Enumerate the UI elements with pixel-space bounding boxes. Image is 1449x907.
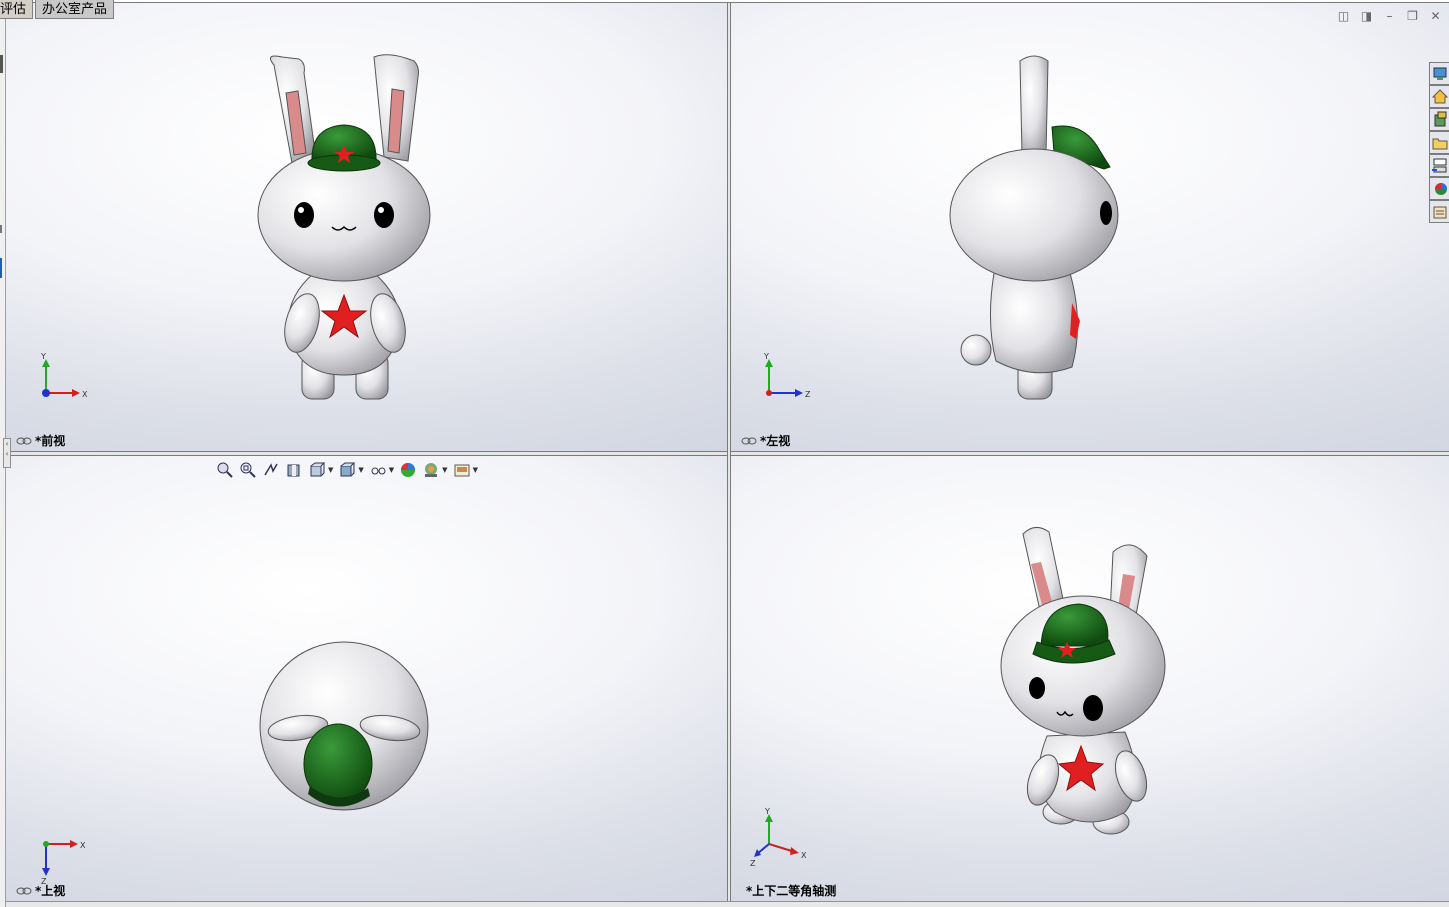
hide-show-items-icon[interactable] [369, 461, 387, 479]
axis-label-z: Z [805, 390, 811, 399]
minimize-icon[interactable]: – [1382, 9, 1397, 23]
status-bar-edge [0, 901, 1449, 907]
section-view-icon[interactable] [285, 461, 303, 479]
window-controls: ◫ ◨ – ❐ ✕ [1336, 9, 1443, 23]
rabbit-model-dimetric [1000, 527, 1166, 835]
view-name: *左视 [760, 434, 791, 448]
axis-label-x: X [801, 851, 807, 860]
design-library-icon[interactable] [1429, 108, 1449, 131]
axis-triad-top: Z X [41, 840, 86, 886]
view-palette-icon[interactable] [1429, 154, 1449, 177]
chevron-down-icon[interactable]: ▼ [358, 466, 363, 474]
resources-icon[interactable] [1429, 62, 1449, 85]
tab-evaluate[interactable]: 评估 [0, 0, 34, 19]
chevron-down-icon[interactable]: ▼ [442, 466, 447, 474]
view-label-dimetric: *上下二等角轴测 [746, 882, 836, 899]
axis-label-z: Z [750, 859, 756, 868]
link-view-icon[interactable] [16, 437, 32, 445]
restore-icon[interactable]: ❐ [1405, 9, 1420, 23]
tab-office-products[interactable]: 办公室产品 [35, 0, 115, 19]
axis-label-y: Y [40, 353, 46, 361]
view-name: *上视 [35, 884, 66, 898]
axis-triad-dimetric: Y X Z [750, 807, 807, 868]
appearances-icon[interactable] [1429, 177, 1449, 200]
viewport-splitter-vertical[interactable] [727, 3, 731, 901]
axis-triad-front: Y X [40, 353, 88, 399]
viewport-dimetric[interactable]: Y X Z *上下二等角轴测 [731, 456, 1449, 901]
rabbit-model-left [949, 55, 1119, 400]
viewport-left[interactable]: Y Z *左视 ◫ ◨ – ❐ ✕ [731, 3, 1449, 451]
display-style-icon[interactable] [338, 461, 356, 479]
view-settings-icon[interactable] [453, 461, 471, 479]
collapse-panel-handle[interactable]: ‹ ‹ [3, 438, 11, 468]
apply-scene-icon[interactable] [422, 461, 440, 479]
zoom-to-area-icon[interactable] [239, 461, 257, 479]
custom-properties-icon[interactable] [1429, 200, 1449, 223]
rabbit-model-front [257, 54, 431, 400]
view-orientation-icon[interactable] [308, 461, 326, 479]
close-icon[interactable]: ✕ [1428, 9, 1443, 23]
view-name: *上下二等角轴测 [746, 884, 837, 898]
axis-label-y: Y [764, 807, 770, 816]
edit-appearance-icon[interactable] [399, 461, 417, 479]
heads-up-view-toolbar: ▼ ▼ ▼ ▼ ▼ [216, 461, 478, 479]
task-pane-tabs [1429, 62, 1449, 223]
axis-label-y: Y [763, 353, 769, 361]
tile-vertical-icon[interactable]: ◨ [1359, 9, 1374, 23]
view-label-top: *上视 [16, 882, 65, 899]
home-icon[interactable] [1429, 85, 1449, 108]
chevron-down-icon[interactable]: ▼ [328, 466, 333, 474]
zoom-to-fit-icon[interactable] [216, 461, 234, 479]
rabbit-model-top [259, 641, 429, 811]
link-view-icon[interactable] [741, 437, 757, 445]
axis-triad-left: Y Z [763, 353, 811, 399]
tile-horizontal-icon[interactable]: ◫ [1336, 9, 1351, 23]
file-explorer-icon[interactable] [1429, 131, 1449, 154]
axis-label-x: X [82, 390, 88, 399]
view-label-left: *左视 [741, 432, 790, 449]
viewport-top[interactable]: ▼ ▼ ▼ ▼ ▼ Z X *上视 [6, 456, 727, 901]
axis-label-x: X [80, 841, 86, 850]
viewport-front[interactable]: Y X *前视 [6, 3, 727, 451]
view-label-front: *前视 [16, 432, 65, 449]
document-tabs: 评估 办公室产品 [0, 0, 116, 21]
link-view-icon[interactable] [16, 887, 32, 895]
previous-view-icon[interactable] [262, 461, 280, 479]
chevron-down-icon[interactable]: ▼ [473, 466, 478, 474]
view-name: *前视 [35, 434, 66, 448]
chevron-down-icon[interactable]: ▼ [389, 466, 394, 474]
